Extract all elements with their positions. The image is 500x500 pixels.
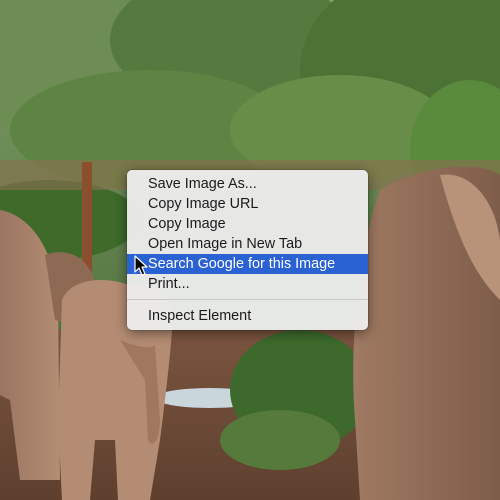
menu-item-search-google-image[interactable]: Search Google for this Image	[127, 254, 368, 274]
context-menu: Save Image As... Copy Image URL Copy Ima…	[127, 170, 368, 330]
menu-item-save-image-as[interactable]: Save Image As...	[127, 174, 368, 194]
menu-item-copy-image-url[interactable]: Copy Image URL	[127, 194, 368, 214]
menu-item-open-image-new-tab[interactable]: Open Image in New Tab	[127, 234, 368, 254]
menu-separator	[127, 299, 368, 300]
menu-item-print[interactable]: Print...	[127, 274, 368, 294]
menu-item-copy-image[interactable]: Copy Image	[127, 214, 368, 234]
arrow-cursor-icon	[134, 255, 150, 277]
menu-item-inspect-element[interactable]: Inspect Element	[127, 306, 368, 326]
